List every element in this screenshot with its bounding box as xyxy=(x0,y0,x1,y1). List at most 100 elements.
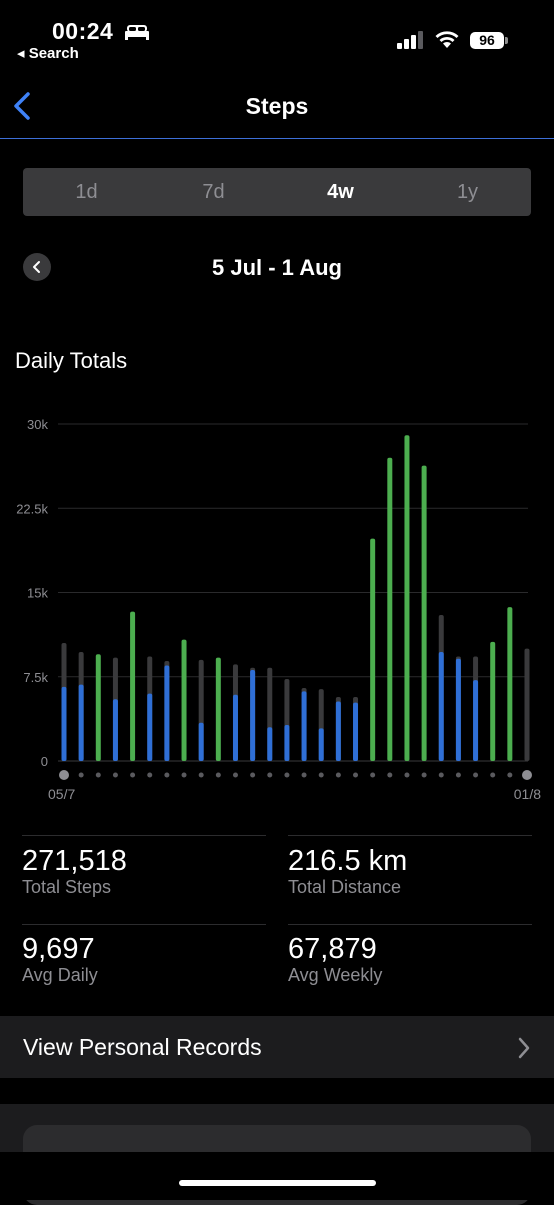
day-dot xyxy=(387,772,393,778)
y-tick-label: 22.5k xyxy=(16,501,48,516)
day-dot xyxy=(473,772,479,778)
day-dot xyxy=(198,772,204,778)
stat-label: Avg Daily xyxy=(22,965,98,985)
day-dot xyxy=(232,772,238,778)
steps-bar xyxy=(455,658,461,761)
x-end-label: 01/8 xyxy=(514,786,541,802)
steps-bar xyxy=(473,680,479,761)
stat-label: Total Steps xyxy=(22,877,112,897)
divider xyxy=(22,924,266,925)
steps-bar xyxy=(78,684,84,761)
stat-avg-daily: 9,697 Avg Daily xyxy=(22,933,266,986)
steps-bar xyxy=(250,670,256,761)
day-dot xyxy=(147,772,153,778)
personal-records-label: View Personal Records xyxy=(23,1034,262,1060)
day-dot xyxy=(250,772,256,778)
chart-section-title: Daily Totals xyxy=(15,348,128,373)
battery-level: 96 xyxy=(470,32,504,49)
day-dot xyxy=(455,772,461,778)
day-dot xyxy=(335,772,341,778)
stat-label: Total Distance xyxy=(288,877,402,897)
navigation-bar: Steps xyxy=(0,70,554,139)
sleep-mode-icon xyxy=(125,25,149,40)
x-start-label: 05/7 xyxy=(48,786,75,802)
range-segmented-control: 1d 7d 4w 1y xyxy=(23,168,531,216)
day-dot xyxy=(181,772,187,778)
home-indicator[interactable] xyxy=(179,1180,376,1186)
divider xyxy=(288,835,532,836)
day-dot xyxy=(78,772,84,778)
steps-bar xyxy=(147,693,153,761)
day-dot xyxy=(522,770,532,780)
steps-bar xyxy=(353,702,359,761)
day-dot xyxy=(438,772,444,778)
steps-bar xyxy=(490,641,496,761)
day-dot xyxy=(301,772,307,778)
stat-total-steps: 271,518 Total Steps xyxy=(22,845,266,898)
steps-bar xyxy=(318,728,324,761)
y-tick-label: 15k xyxy=(27,586,48,601)
stat-value: 216.5 km xyxy=(288,845,408,877)
daily-steps-chart: 0 7.5k 15k 22.5k 30k 05/7 01/8 xyxy=(16,417,541,802)
day-dot xyxy=(164,772,170,778)
steps-bar xyxy=(284,725,290,761)
steps-bar xyxy=(181,639,187,761)
home-area xyxy=(0,1152,554,1200)
day-dot xyxy=(112,772,118,778)
steps-bar xyxy=(301,691,307,761)
steps-bar xyxy=(421,465,427,761)
steps-bar xyxy=(404,435,410,761)
steps-bar xyxy=(112,699,118,761)
tab-7d[interactable]: 7d xyxy=(150,168,277,216)
day-dot xyxy=(130,772,136,778)
tab-4w[interactable]: 4w xyxy=(277,168,404,216)
battery-terminal xyxy=(505,37,508,44)
day-dot xyxy=(284,772,290,778)
steps-bar xyxy=(232,694,238,761)
stat-avg-weekly: 67,879 Avg Weekly xyxy=(288,933,532,986)
cellular-signal-icon xyxy=(397,31,423,49)
day-dot xyxy=(421,772,427,778)
day-dot xyxy=(318,772,324,778)
day-dot xyxy=(59,770,69,780)
tab-1d[interactable]: 1d xyxy=(23,168,150,216)
stat-value: 67,879 xyxy=(288,933,377,965)
steps-bar xyxy=(387,457,393,761)
y-tick-label: 30k xyxy=(27,417,48,432)
steps-bar xyxy=(267,727,273,761)
stat-total-distance: 216.5 km Total Distance xyxy=(288,845,532,898)
stat-value: 271,518 xyxy=(22,845,127,877)
status-bar: 00:24 ◂ Search 96 xyxy=(0,0,554,70)
steps-bar xyxy=(215,657,221,761)
y-tick-label: 0 xyxy=(41,754,48,769)
steps-bar xyxy=(335,701,341,761)
day-dot xyxy=(404,772,410,778)
chevron-right-icon xyxy=(518,1037,530,1059)
steps-bar xyxy=(438,652,444,761)
y-tick-label: 7.5k xyxy=(23,670,48,685)
clock: 00:24 xyxy=(52,18,114,44)
view-personal-records-row[interactable]: View Personal Records xyxy=(0,1016,554,1078)
stat-value: 9,697 xyxy=(22,933,95,965)
steps-bar xyxy=(130,611,136,761)
divider xyxy=(22,835,266,836)
back-to-search-link[interactable]: ◂ Search xyxy=(17,44,79,62)
steps-bar xyxy=(95,654,101,761)
date-range-label: 5 Jul - 1 Aug xyxy=(212,255,342,280)
steps-bar xyxy=(507,607,513,761)
divider xyxy=(288,924,532,925)
day-dot xyxy=(95,772,101,778)
page-title: Steps xyxy=(245,93,309,119)
steps-bar xyxy=(370,538,376,761)
day-dot xyxy=(267,772,273,778)
day-dot xyxy=(353,772,359,778)
steps-bar xyxy=(164,665,170,761)
wifi-icon xyxy=(435,31,459,48)
stat-label: Avg Weekly xyxy=(288,965,383,985)
day-dot xyxy=(370,772,376,778)
day-dot xyxy=(507,772,513,778)
day-dot xyxy=(490,772,496,778)
steps-bar xyxy=(198,722,204,761)
day-dot xyxy=(215,772,221,778)
tab-1y[interactable]: 1y xyxy=(404,168,531,216)
